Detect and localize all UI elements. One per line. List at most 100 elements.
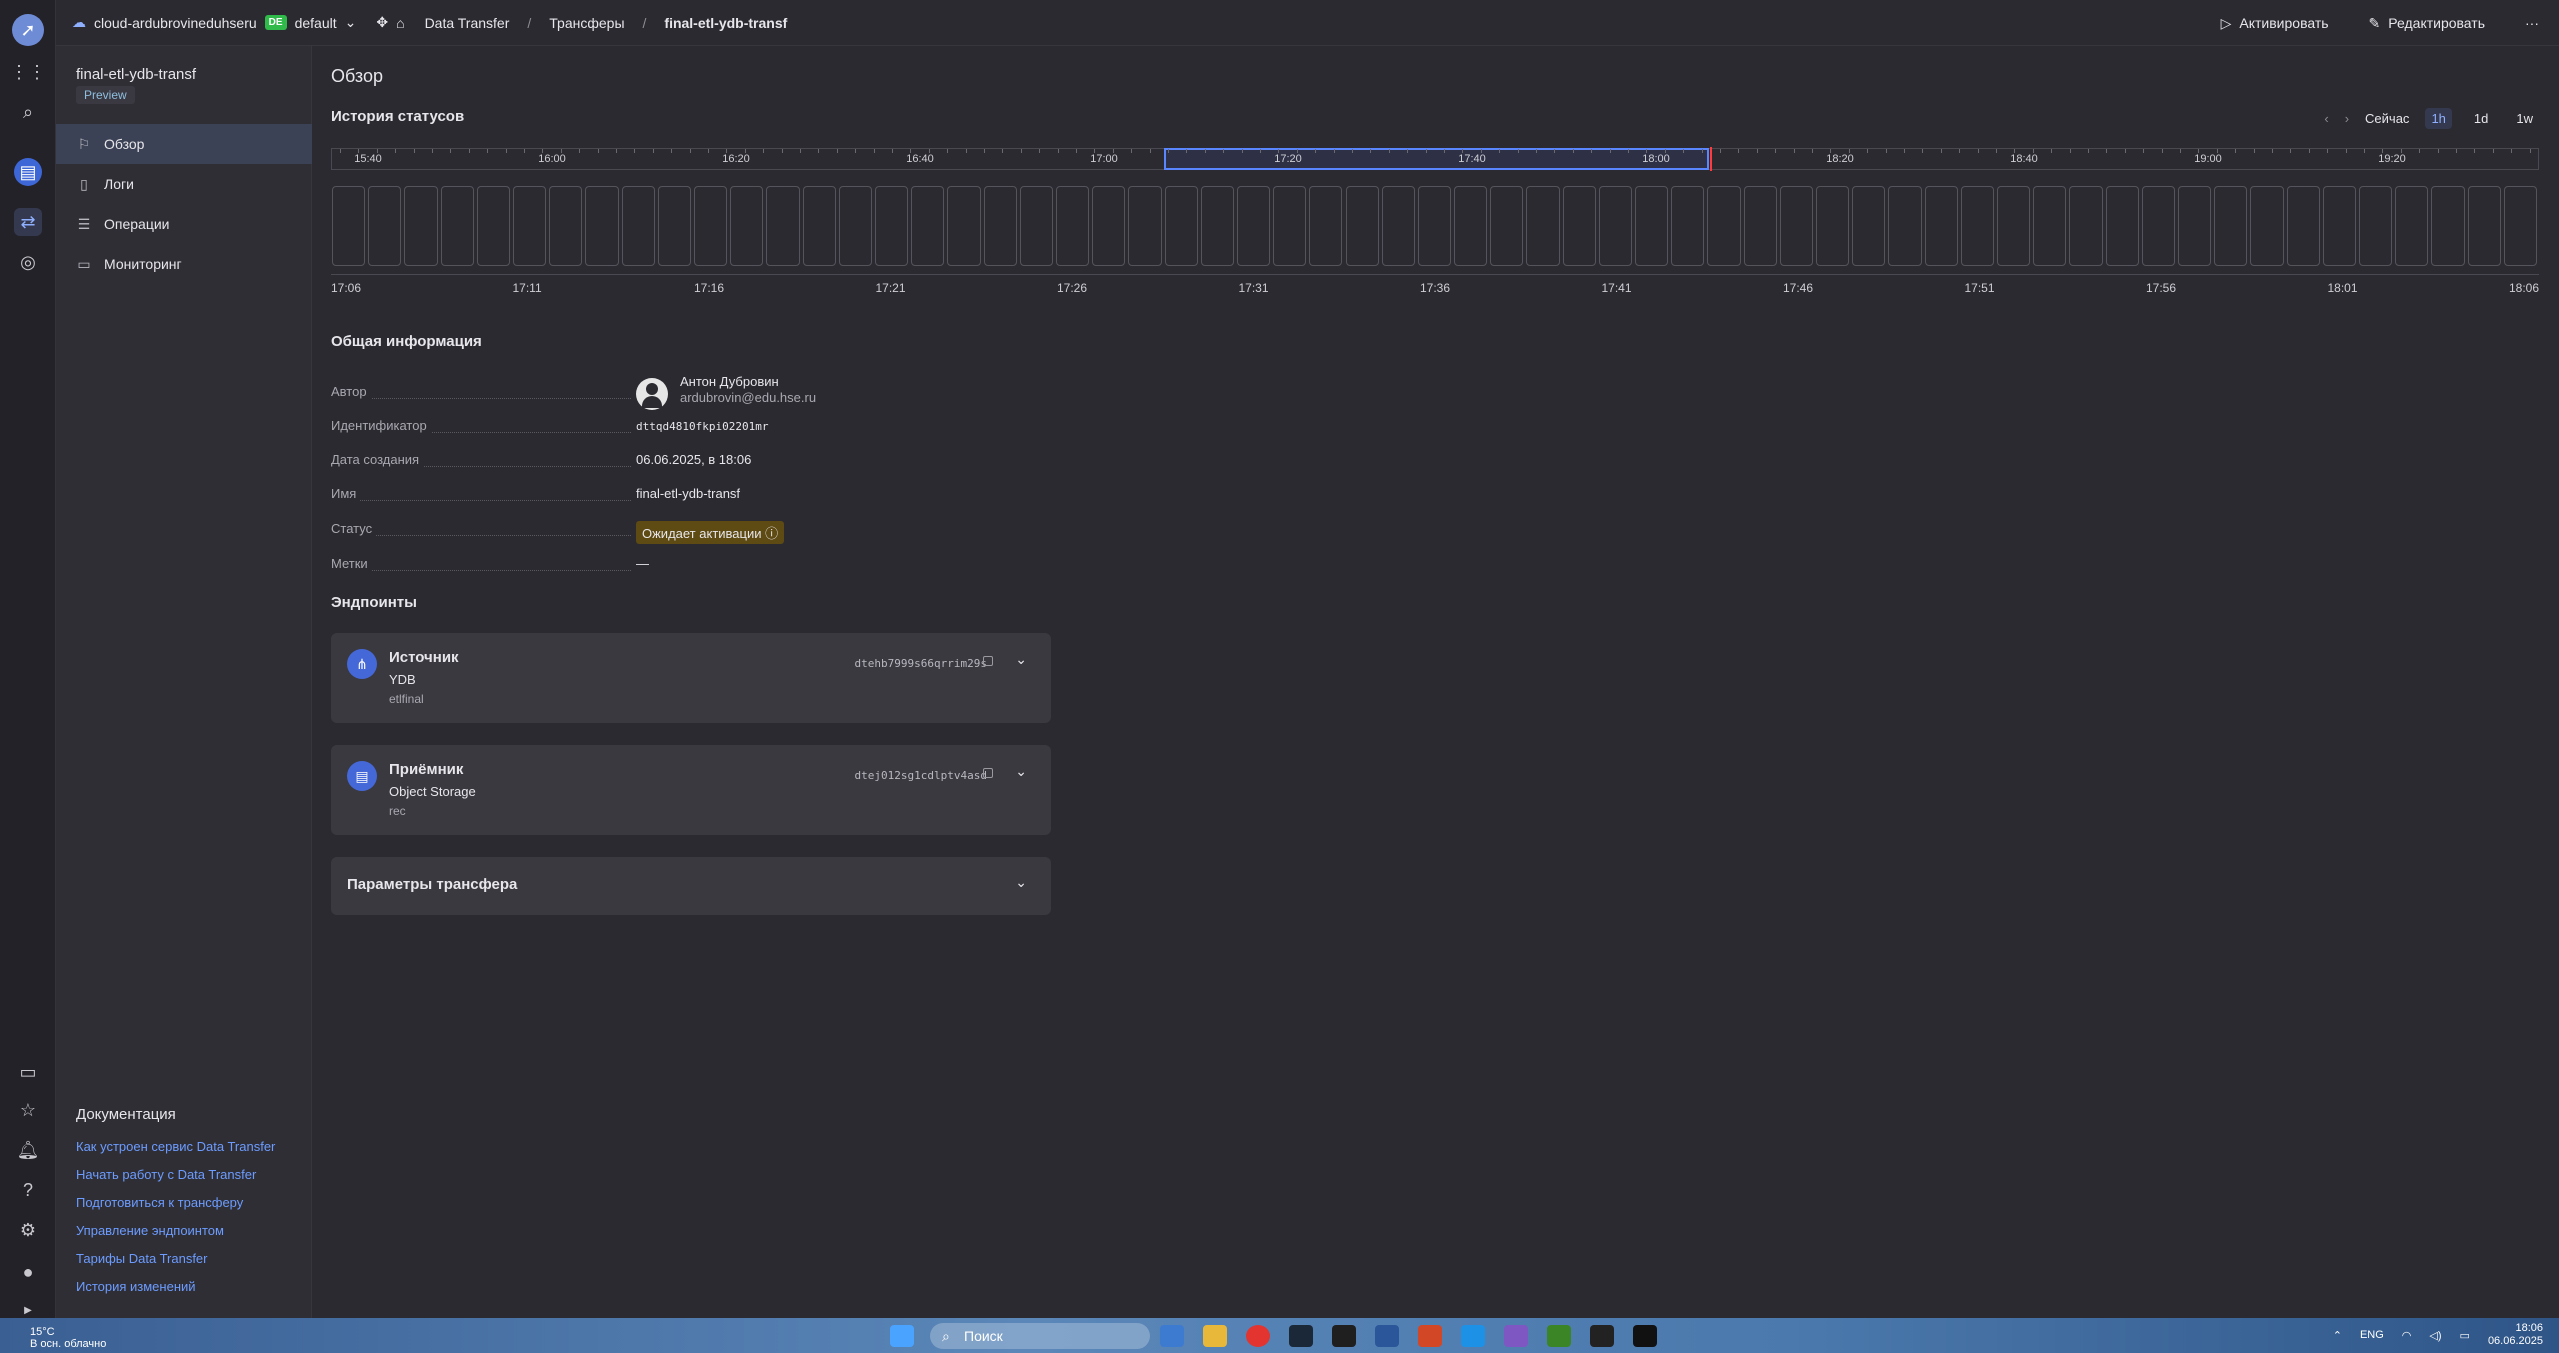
status-bar[interactable] [476, 186, 510, 266]
status-bar[interactable] [2069, 186, 2103, 266]
status-bar[interactable] [1852, 186, 1886, 266]
status-bar[interactable] [368, 186, 402, 266]
transfer-params-card[interactable]: Параметры трансфера ⌄ [331, 857, 1051, 915]
status-bar[interactable] [730, 186, 764, 266]
status-bar[interactable] [1055, 186, 1090, 266]
pycharm-icon[interactable] [1332, 1325, 1356, 1347]
status-bar[interactable] [1128, 186, 1162, 266]
range-1h[interactable]: 1h [2425, 108, 2452, 129]
status-bar[interactable] [2395, 186, 2429, 266]
status-bar[interactable] [693, 186, 728, 266]
status-bar[interactable] [983, 186, 1017, 266]
terminal-icon[interactable]: ▭ [14, 1058, 42, 1086]
status-bar[interactable] [947, 186, 981, 266]
folder-icon[interactable] [1203, 1325, 1227, 1347]
status-bar[interactable] [1924, 186, 1958, 266]
status-bar[interactable] [2178, 186, 2212, 266]
sidebar-item-overview[interactable]: ⚐ Обзор [56, 124, 312, 164]
dashboard-icon[interactable]: ◎ [14, 248, 42, 276]
status-bar[interactable] [911, 186, 945, 266]
status-bar[interactable] [766, 186, 800, 266]
move-icon[interactable]: ✥ [376, 14, 388, 31]
status-bar[interactable] [1997, 186, 2031, 266]
docs-link[interactable]: Начать работу с Data Transfer [76, 1167, 275, 1195]
chevron-down-icon[interactable]: ⌄ [345, 14, 357, 31]
status-bar[interactable] [1743, 186, 1777, 266]
chevron-right-icon[interactable]: › [2345, 111, 2349, 126]
status-bar[interactable] [1019, 186, 1053, 266]
status-bar[interactable] [2467, 186, 2501, 266]
minecraft-icon[interactable] [1547, 1325, 1571, 1347]
database-service-icon[interactable]: ▤ [14, 158, 42, 186]
edit-button[interactable]: ✎ Редактировать [2369, 15, 2485, 32]
status-bar[interactable] [1526, 186, 1560, 266]
status-bar[interactable] [1236, 186, 1271, 266]
status-bar[interactable] [621, 186, 655, 266]
status-bar[interactable] [1092, 186, 1126, 266]
status-bar[interactable] [838, 186, 872, 266]
chevron-down-icon[interactable]: ⌄ [1015, 874, 1027, 891]
steam-icon[interactable] [1289, 1325, 1313, 1347]
status-bar[interactable] [404, 186, 438, 266]
status-bar[interactable] [332, 186, 366, 266]
status-bar[interactable] [549, 186, 583, 266]
status-bar[interactable] [874, 186, 909, 266]
status-bar[interactable] [1417, 186, 1452, 266]
status-bar[interactable] [2105, 186, 2139, 266]
activate-button[interactable]: ▷ Активировать [2221, 15, 2329, 32]
status-bar[interactable] [1598, 186, 1633, 266]
data-transfer-icon[interactable]: ⇄ [14, 208, 42, 236]
gear-icon[interactable]: ⚙ [14, 1216, 42, 1244]
status-bar[interactable] [1707, 186, 1741, 266]
status-bar[interactable] [657, 186, 691, 266]
sidebar-item-operations[interactable]: ☰ Операции [56, 204, 312, 244]
docker-icon[interactable] [1461, 1325, 1485, 1347]
chevron-down-icon[interactable]: ⌄ [1015, 763, 1027, 780]
status-bar[interactable] [1960, 186, 1995, 266]
copy-icon[interactable] [983, 656, 993, 666]
status-bar[interactable] [2250, 186, 2284, 266]
status-bar[interactable] [2214, 186, 2248, 266]
info-circle-icon[interactable]: ⓘ [765, 526, 778, 541]
status-bar[interactable] [1562, 186, 1596, 266]
visual-studio-icon[interactable] [1504, 1325, 1528, 1347]
cloud-name[interactable]: cloud-ardubrovineduhseru [94, 15, 257, 31]
windows-icon[interactable] [890, 1325, 914, 1347]
chevron-up-icon[interactable]: ⌃ [2333, 1329, 2342, 1342]
battery-icon[interactable]: ▭ [2460, 1329, 2470, 1342]
home-icon[interactable]: ⌂ [396, 15, 404, 31]
status-bar[interactable] [2322, 186, 2356, 266]
chevron-down-icon[interactable]: ⌄ [1015, 651, 1027, 668]
range-1d[interactable]: 1d [2468, 108, 2494, 129]
source-endpoint-card[interactable]: ⋔ Источник YDB etlfinal dtehb7999s66qrri… [331, 633, 1051, 723]
more-button[interactable]: ··· [2525, 15, 2539, 31]
status-bar[interactable] [2359, 186, 2393, 266]
status-bar[interactable] [585, 186, 619, 266]
taskbar-search[interactable]: ⌕ Поиск [930, 1323, 1150, 1349]
status-bar[interactable] [1635, 186, 1669, 266]
weather-widget[interactable]: 15°C В осн. облачно [30, 1326, 106, 1350]
volume-icon[interactable]: ◁) [2429, 1329, 2441, 1342]
status-bar[interactable] [1309, 186, 1343, 266]
range-1w[interactable]: 1w [2510, 108, 2539, 129]
apps-grid-icon[interactable]: ⋮⋮ [10, 58, 46, 86]
status-bar[interactable] [1454, 186, 1488, 266]
status-bar[interactable] [2286, 186, 2320, 266]
telegram-icon[interactable] [1160, 1325, 1184, 1347]
status-bar[interactable] [1490, 186, 1524, 266]
word-icon[interactable] [1375, 1325, 1399, 1347]
start-button[interactable] [890, 1325, 914, 1347]
status-bar[interactable] [1779, 186, 1814, 266]
status-bar[interactable] [1816, 186, 1850, 266]
wifi-icon[interactable]: ◠ [2402, 1329, 2412, 1342]
help-icon[interactable]: ? [14, 1176, 42, 1204]
folder-selector[interactable]: default [295, 15, 337, 31]
clock[interactable]: 18:06 06.06.2025 [2488, 1322, 2543, 1348]
status-bar[interactable] [1200, 186, 1234, 266]
language-indicator[interactable]: ENG [2360, 1329, 2384, 1341]
status-bar[interactable] [440, 186, 474, 266]
status-bar[interactable] [1888, 186, 1922, 266]
bell-icon[interactable]: 🔔︎ [14, 1136, 42, 1164]
crumb-transfers[interactable]: Трансферы [549, 15, 624, 31]
app-icon[interactable] [1633, 1325, 1657, 1347]
